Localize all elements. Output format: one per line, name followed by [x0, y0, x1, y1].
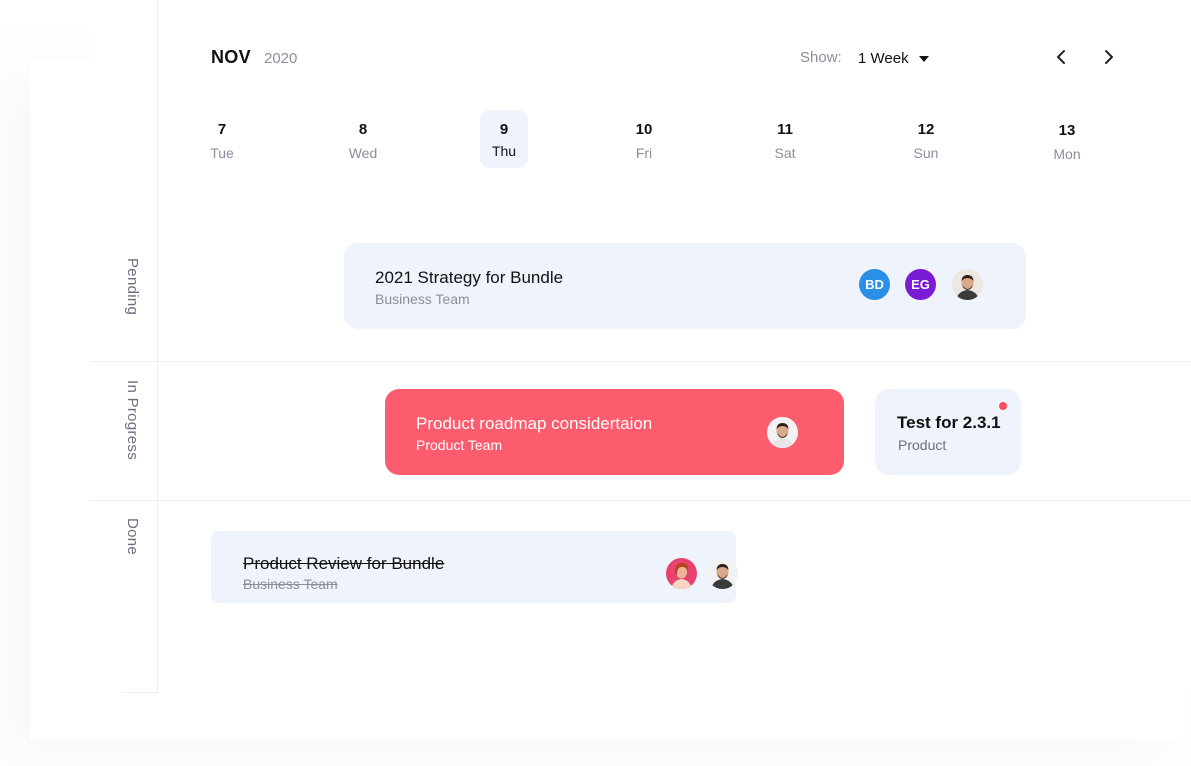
- task-card-review[interactable]: Product Review for Bundle Business Team: [211, 531, 738, 603]
- year-label: 2020: [264, 50, 298, 67]
- month-label: NOV: [211, 47, 251, 67]
- notification-dot: [999, 402, 1007, 410]
- task-title: Product roadmap considertaion: [416, 414, 653, 433]
- lane-divider: [90, 361, 1191, 362]
- avatar-photo[interactable]: [952, 269, 983, 300]
- avatar-bd[interactable]: BD: [859, 269, 890, 300]
- day-number: 8: [358, 121, 368, 138]
- day-column-fri[interactable]: 10 Fri: [620, 110, 668, 168]
- lane-label-done: Done: [124, 518, 141, 556]
- task-team: Business Team: [243, 576, 338, 592]
- lane-divider-vertical: [157, 0, 158, 692]
- lane-label-pending: Pending: [124, 258, 141, 316]
- task-title: Test for 2.3.1: [897, 413, 1001, 432]
- task-team: Product Team: [416, 437, 503, 453]
- task-title: 2021 Strategy for Bundle: [375, 268, 564, 287]
- day-name: Fri: [635, 145, 653, 161]
- user-photo-icon: [707, 558, 738, 589]
- caret-down-icon: [918, 55, 929, 62]
- day-name: Tue: [210, 145, 234, 161]
- day-name: Mon: [1053, 146, 1081, 162]
- day-name: Sun: [913, 145, 939, 161]
- day-column-mon[interactable]: 13 Mon: [1043, 111, 1091, 169]
- day-column-thu-selected[interactable]: 9 Thu: [480, 110, 528, 168]
- day-column-tue[interactable]: 7 Tue: [198, 110, 246, 168]
- task-team: Business Team: [375, 291, 470, 307]
- avatar-photo[interactable]: [767, 417, 798, 448]
- avatar-photo[interactable]: [666, 558, 697, 589]
- show-label: Show:: [800, 49, 842, 66]
- day-number: 9: [499, 121, 509, 138]
- day-column-wed[interactable]: 8 Wed: [339, 110, 387, 168]
- day-number: 13: [1058, 122, 1076, 139]
- task-team: Product: [898, 437, 947, 453]
- task-card-test[interactable]: Test for 2.3.1 Product: [875, 389, 1021, 475]
- day-column-sun[interactable]: 12 Sun: [902, 110, 950, 168]
- day-column-sat[interactable]: 11 Sat: [761, 110, 809, 168]
- user-photo-icon: [666, 558, 697, 589]
- next-week-button[interactable]: [1097, 45, 1121, 69]
- day-name: Wed: [348, 145, 378, 161]
- day-name: Sat: [774, 145, 796, 161]
- day-number: 11: [777, 121, 793, 138]
- range-select[interactable]: 1 Week: [858, 46, 929, 70]
- user-photo-icon: [952, 269, 983, 300]
- range-select-value: 1 Week: [858, 49, 909, 67]
- day-number: 12: [917, 121, 935, 138]
- chevron-left-icon: [1057, 50, 1065, 64]
- day-number: 10: [635, 121, 653, 138]
- chevron-right-icon: [1105, 50, 1113, 64]
- user-photo-icon: [767, 417, 798, 448]
- task-title: Product Review for Bundle: [243, 554, 445, 573]
- lane-divider: [90, 500, 1191, 501]
- previous-week-button[interactable]: [1049, 45, 1073, 69]
- day-name: Thu: [491, 143, 517, 159]
- day-number: 7: [217, 121, 227, 138]
- avatar-eg[interactable]: EG: [905, 269, 936, 300]
- avatar-photo[interactable]: [707, 558, 738, 589]
- lane-label-in-progress: In Progress: [124, 380, 141, 460]
- task-card-roadmap[interactable]: Product roadmap considertaion Product Te…: [385, 389, 844, 475]
- task-card-strategy[interactable]: 2021 Strategy for Bundle Business Team B…: [344, 243, 1026, 329]
- lane-divider: [123, 692, 158, 693]
